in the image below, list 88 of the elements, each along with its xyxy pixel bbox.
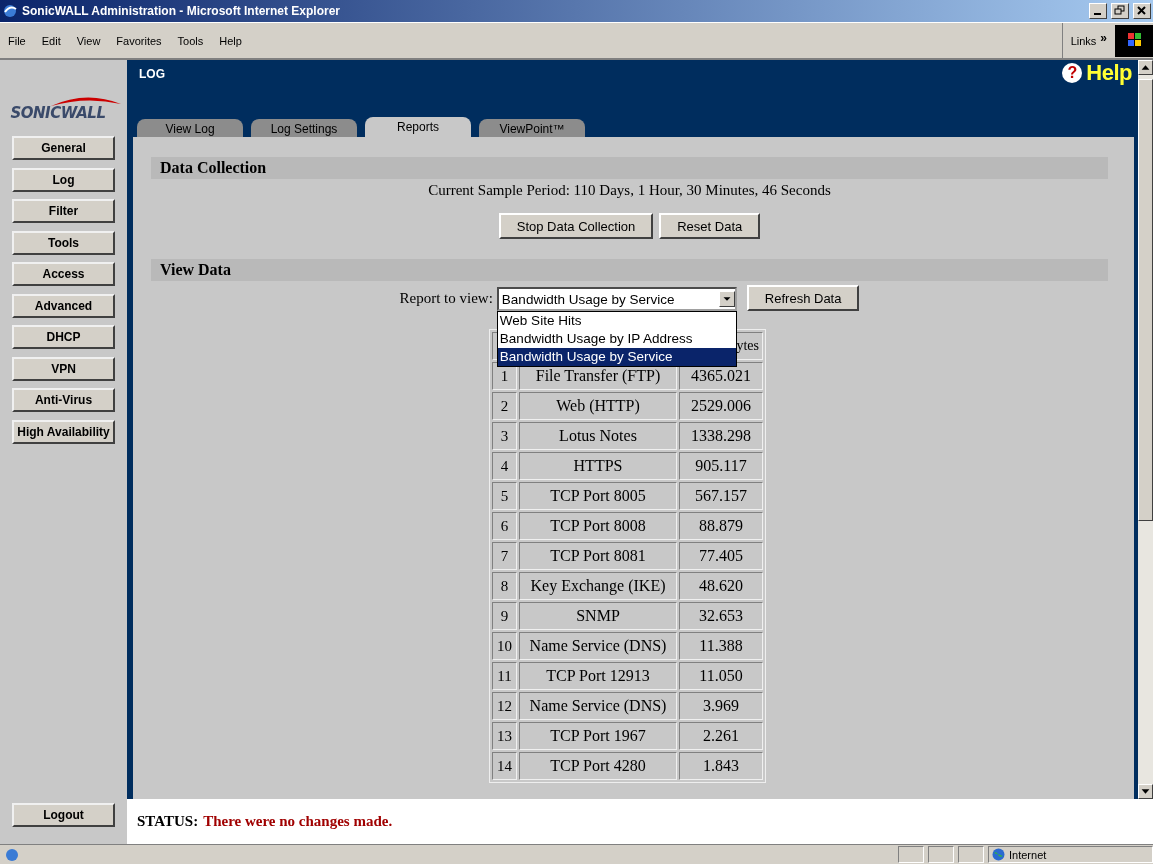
menu-item[interactable]: Tools — [169, 34, 212, 47]
action-button[interactable]: Reset Data — [659, 213, 761, 239]
table-cell: 9 — [492, 602, 517, 630]
nav-button[interactable]: Advanced — [12, 293, 115, 318]
table-cell: Key Exchange (IKE) — [519, 572, 677, 600]
dropdown-option[interactable]: Bandwidth Usage by Service — [497, 348, 736, 366]
nav-button[interactable]: Access — [12, 262, 115, 286]
tab[interactable]: Log Settings — [251, 119, 357, 137]
table-cell: TCP Port 1967 — [519, 722, 677, 750]
table-cell: 2.261 — [679, 722, 763, 750]
tab[interactable]: View Log — [137, 119, 243, 137]
status-label: STATUS: — [137, 813, 199, 830]
page-icon — [4, 846, 20, 863]
browser-icon — [2, 3, 18, 19]
action-button[interactable]: Stop Data Collection — [498, 213, 654, 239]
restore-icon[interactable] — [1111, 3, 1129, 19]
table-cell: 10 — [492, 632, 517, 660]
status-message: There were no changes made. — [203, 813, 393, 830]
table-cell: 11.050 — [679, 662, 763, 690]
section-heading: Data Collection — [151, 157, 1108, 179]
minimize-icon[interactable] — [1089, 3, 1107, 19]
table-cell: SNMP — [519, 602, 677, 630]
logo: SONICWALL — [10, 104, 106, 122]
table-cell: 4 — [492, 452, 517, 480]
table-cell: 88.879 — [679, 512, 763, 540]
section-heading: View Data — [151, 259, 1108, 281]
nav-button[interactable]: Log — [12, 167, 115, 192]
menu-item[interactable]: Edit — [33, 34, 69, 47]
menu-item[interactable]: Favorites — [108, 34, 170, 47]
help-icon[interactable]: ? — [1062, 63, 1083, 83]
table-cell: HTTPS — [519, 452, 677, 480]
windows-logo-icon — [1115, 24, 1153, 57]
nav-button[interactable]: DHCP — [12, 325, 115, 349]
table-cell: 3.969 — [679, 692, 763, 720]
table-cell: Name Service (DNS) — [519, 632, 677, 660]
tab[interactable]: Reports — [365, 117, 471, 137]
menu-item[interactable]: View — [68, 34, 109, 47]
table-cell: Name Service (DNS) — [519, 692, 677, 720]
table-cell: Web (HTTP) — [519, 392, 677, 420]
table-cell: 567.157 — [679, 482, 763, 510]
refresh-button[interactable]: Refresh Data — [746, 285, 860, 311]
table-cell: 77.405 — [679, 542, 763, 570]
table-cell: 48.620 — [679, 572, 763, 600]
scroll-up-icon[interactable] — [1138, 60, 1153, 75]
table-cell: 6 — [492, 512, 517, 540]
table-cell: 5 — [492, 482, 517, 510]
tab[interactable]: ViewPoint™ — [479, 119, 585, 137]
table-cell: 7 — [492, 542, 517, 570]
window-title: SonicWALL Administration - Microsoft Internet Explorer — [22, 4, 342, 18]
nav-button[interactable]: General — [12, 136, 115, 160]
table-cell: 12 — [492, 692, 517, 720]
globe-icon — [992, 848, 1005, 861]
table-cell: 1338.298 — [679, 422, 763, 450]
table-cell: TCP Port 8081 — [519, 542, 677, 570]
zone-label: Internet — [1009, 848, 1047, 861]
swoosh-icon — [50, 94, 121, 108]
table-cell: 2529.006 — [679, 392, 763, 420]
report-dropdown[interactable]: Bandwidth Usage by Service — [496, 287, 737, 311]
table-cell: 13 — [492, 722, 517, 750]
section-title: LOG — [139, 67, 165, 81]
table-cell: 32.653 — [679, 602, 763, 630]
table-cell: TCP Port 4280 — [519, 752, 677, 780]
help-link[interactable]: Help — [1086, 60, 1132, 86]
table-cell: 3 — [492, 422, 517, 450]
nav-button[interactable]: Anti-Virus — [12, 388, 115, 412]
nav-button[interactable]: Tools — [12, 230, 115, 255]
nav-button[interactable]: Filter — [12, 199, 115, 223]
table-cell: 11.388 — [679, 632, 763, 660]
table-cell: TCP Port 8005 — [519, 482, 677, 510]
nav-button[interactable]: VPN — [12, 356, 115, 381]
nav-button[interactable]: High Availability — [12, 419, 115, 444]
table-cell: 2 — [492, 392, 517, 420]
logout-button[interactable]: Logout — [12, 802, 115, 827]
scroll-down-icon[interactable] — [1138, 784, 1153, 799]
table-cell: TCP Port 12913 — [519, 662, 677, 690]
table-cell: 8 — [492, 572, 517, 600]
table-cell: Lotus Notes — [519, 422, 677, 450]
menu-item[interactable]: File — [0, 34, 34, 47]
menu-item[interactable]: Help — [211, 34, 250, 47]
table-cell: 1.843 — [679, 752, 763, 780]
table-cell: 14 — [492, 752, 517, 780]
table-cell: 11 — [492, 662, 517, 690]
report-label: Report to view: — [399, 289, 493, 308]
sample-period-text: Current Sample Period: 110 Days, 1 Hour, 30 Minutes, 46 Seconds — [428, 182, 831, 199]
table-cell: 905.117 — [679, 452, 763, 480]
table-cell: TCP Port 8008 — [519, 512, 677, 540]
close-icon[interactable] — [1133, 3, 1151, 19]
scroll-thumb[interactable] — [1138, 79, 1153, 521]
